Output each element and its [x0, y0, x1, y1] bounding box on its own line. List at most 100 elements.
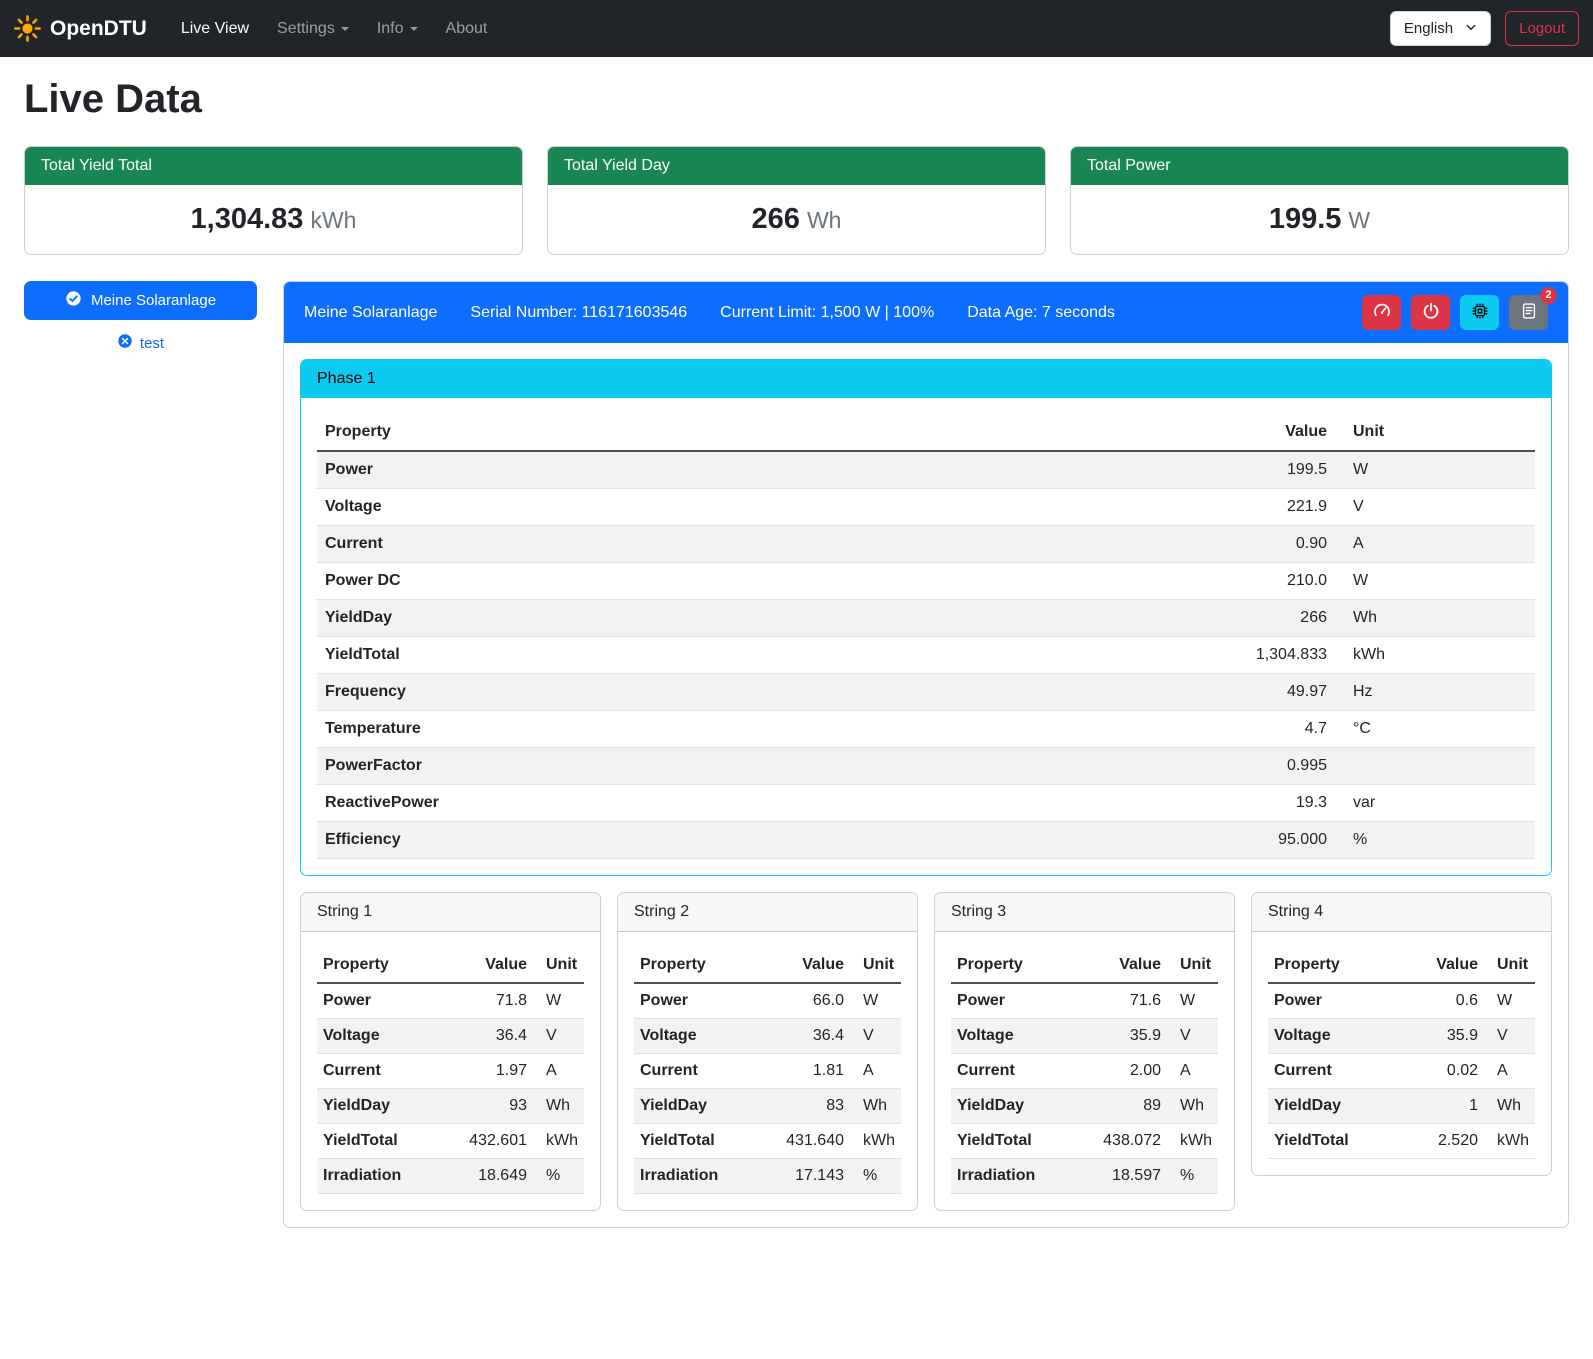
table-row: YieldDay1Wh [1268, 1089, 1535, 1124]
string-table: Property Value Unit Power0.6W Voltage35.… [1268, 948, 1535, 1159]
unit-cell: V [1484, 1019, 1535, 1054]
unit-cell: V [1335, 489, 1535, 526]
device-info-button[interactable] [1460, 295, 1499, 330]
total-yield-total-card: Total Yield Total 1,304.83kWh [24, 146, 523, 255]
string-4-card: String 4 Property Value Unit [1251, 892, 1552, 1176]
property-cell: Voltage [317, 1019, 439, 1054]
column-header-value: Value [1205, 414, 1335, 451]
language-selector[interactable]: English [1390, 11, 1491, 46]
summary-card-body: 1,304.83kWh [25, 185, 522, 254]
column-header-unit: Unit [850, 948, 901, 983]
property-cell: Frequency [317, 674, 1205, 711]
value-cell: 66.0 [756, 983, 850, 1019]
unit-cell: V [1167, 1019, 1218, 1054]
event-log-button[interactable]: 2 [1509, 295, 1548, 330]
property-cell: YieldDay [317, 1089, 439, 1124]
table-row: YieldDay266Wh [317, 600, 1535, 637]
strings-grid: String 1 Property Value Unit [300, 892, 1552, 1211]
nav-info-label: Info [377, 20, 404, 37]
property-cell: Irradiation [317, 1159, 439, 1194]
power-icon [1422, 302, 1440, 323]
summary-card-value: 199.5 [1269, 203, 1342, 235]
unit-cell: W [1335, 563, 1535, 600]
unit-cell: V [850, 1019, 901, 1054]
string-title: String 1 [301, 893, 600, 932]
value-cell: 210.0 [1205, 563, 1335, 600]
string-table: Property Value Unit Power66.0W Voltage36… [634, 948, 901, 1194]
table-row: Voltage221.9V [317, 489, 1535, 526]
string-card-body: Property Value Unit Power66.0W Voltage36… [618, 932, 917, 1210]
value-cell: 17.143 [756, 1159, 850, 1194]
property-cell: Power [317, 451, 1205, 489]
unit-cell: kWh [1484, 1124, 1535, 1159]
total-power-card: Total Power 199.5W [1070, 146, 1569, 255]
nav-settings[interactable]: Settings [263, 12, 363, 46]
unit-cell: var [1335, 785, 1535, 822]
property-cell: Current [951, 1054, 1073, 1089]
table-row: PowerFactor0.995 [317, 748, 1535, 785]
property-cell: YieldDay [317, 600, 1205, 637]
nav-live-view[interactable]: Live View [167, 12, 263, 46]
property-cell: PowerFactor [317, 748, 1205, 785]
property-cell: Current [634, 1054, 756, 1089]
unit-cell: °C [1335, 711, 1535, 748]
unit-cell: % [1167, 1159, 1218, 1194]
table-row: Power199.5W [317, 451, 1535, 489]
table-row: YieldTotal432.601kWh [317, 1124, 584, 1159]
string-table: Property Value Unit Power71.8W Voltage36… [317, 948, 584, 1194]
inverter-card: Meine Solaranlage Serial Number: 1161716… [283, 281, 1569, 1228]
unit-cell: Wh [1484, 1089, 1535, 1124]
logout-button[interactable]: Logout [1505, 11, 1579, 46]
summary-card-body: 266 Wh [548, 185, 1045, 254]
property-cell: Voltage [1268, 1019, 1401, 1054]
value-cell: 0.995 [1205, 748, 1335, 785]
summary-card-title: Total Power [1071, 147, 1568, 185]
unit-cell: W [533, 983, 584, 1019]
column-header-property: Property [1268, 948, 1401, 983]
x-circle-icon[interactable] [117, 333, 133, 353]
filter-tag-test[interactable]: test [24, 333, 257, 353]
value-cell: 266 [1205, 600, 1335, 637]
unit-cell: A [1484, 1054, 1535, 1089]
table-row: Power0.6W [1268, 983, 1535, 1019]
cpu-icon [1471, 302, 1489, 323]
property-cell: YieldDay [634, 1089, 756, 1124]
unit-cell: % [850, 1159, 901, 1194]
limit-settings-button[interactable] [1362, 295, 1401, 330]
column-header-property: Property [317, 948, 439, 983]
main-content: Meine Solaranlage test Meine Solaranlage… [24, 281, 1569, 1228]
table-row: YieldDay89Wh [951, 1089, 1218, 1124]
summary-card-unit: Wh [807, 207, 842, 233]
table-row: YieldTotal438.072kWh [951, 1124, 1218, 1159]
table-row: Current0.90A [317, 526, 1535, 563]
column-header-value: Value [756, 948, 850, 983]
property-cell: YieldTotal [951, 1124, 1073, 1159]
journal-text-icon [1520, 302, 1538, 323]
table-row: Temperature4.7°C [317, 711, 1535, 748]
property-cell: Current [1268, 1054, 1401, 1089]
value-cell: 2.00 [1073, 1054, 1167, 1089]
property-cell: ReactivePower [317, 785, 1205, 822]
filter-tag-label: test [140, 335, 164, 352]
property-cell: Efficiency [317, 822, 1205, 859]
table-row: YieldDay93Wh [317, 1089, 584, 1124]
unit-cell: % [1335, 822, 1535, 859]
nav-about[interactable]: About [432, 12, 502, 46]
value-cell: 35.9 [1073, 1019, 1167, 1054]
value-cell: 0.6 [1401, 983, 1484, 1019]
table-row: Power71.6W [951, 983, 1218, 1019]
chevron-down-icon [1465, 20, 1477, 37]
unit-cell: W [850, 983, 901, 1019]
chevron-down-icon [410, 27, 418, 31]
value-cell: 89 [1073, 1089, 1167, 1124]
column-header-value: Value [1073, 948, 1167, 983]
inverter-select-button[interactable]: Meine Solaranlage [24, 281, 257, 320]
power-button[interactable] [1411, 295, 1450, 330]
nav-info[interactable]: Info [363, 12, 432, 46]
value-cell: 19.3 [1205, 785, 1335, 822]
string-title: String 4 [1252, 893, 1551, 932]
property-cell: Current [317, 1054, 439, 1089]
brand[interactable]: OpenDTU [14, 15, 147, 42]
string-title: String 2 [618, 893, 917, 932]
summary-card-value: 266 [752, 203, 800, 235]
